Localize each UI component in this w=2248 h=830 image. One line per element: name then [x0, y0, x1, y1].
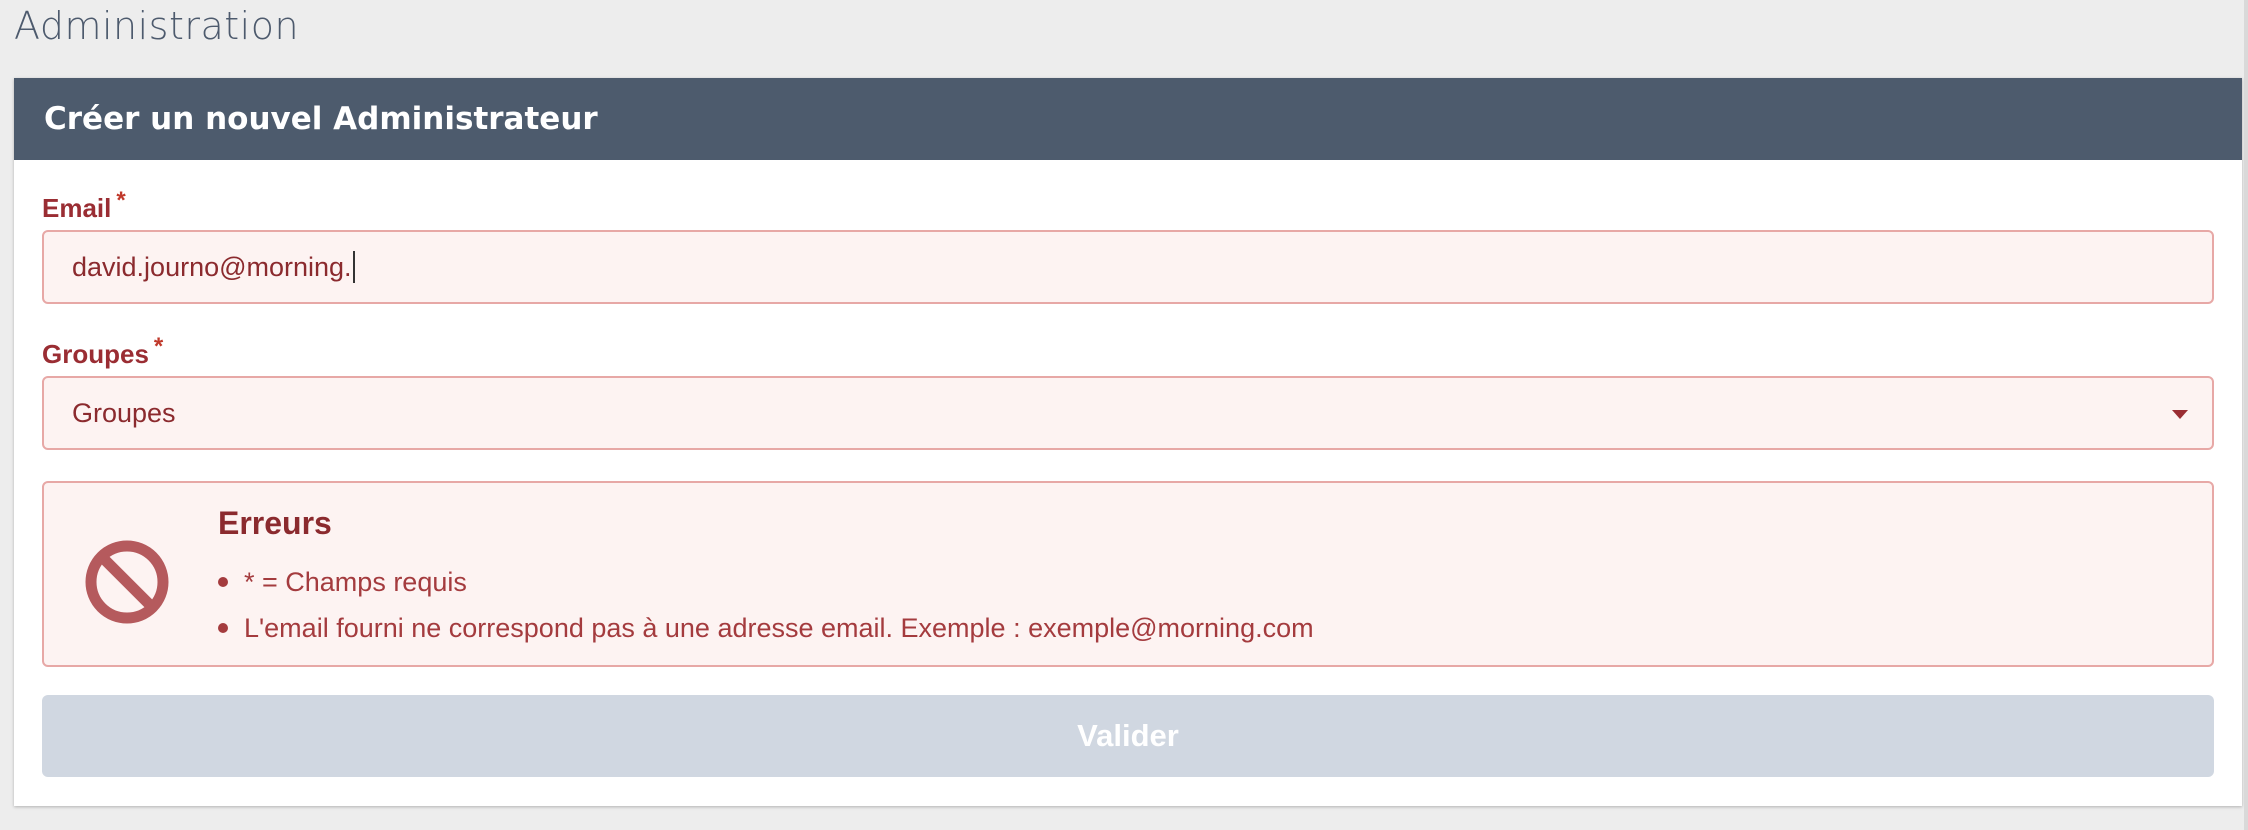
window-edge — [2244, 0, 2248, 830]
text-caret — [352, 251, 355, 283]
error-item: L'email fourni ne correspond pas à une a… — [218, 605, 1314, 651]
bullet — [218, 623, 228, 633]
required-asterisk: * — [153, 333, 164, 360]
error-item: * = Champs requis — [218, 559, 1314, 605]
email-field-value: david.journo@morning. — [72, 251, 352, 282]
email-label-text: Email — [42, 193, 112, 223]
card-header: Créer un nouvel Administrateur — [14, 78, 2242, 160]
submit-button[interactable]: Valider — [42, 695, 2214, 777]
bullet — [218, 577, 228, 587]
groups-select-value: Groupes — [72, 397, 176, 428]
groups-label-text: Groupes — [42, 339, 149, 369]
groups-label: Groupes * — [42, 333, 163, 370]
groups-select[interactable]: Groupes — [42, 376, 2214, 450]
chevron-down-icon[interactable] — [2172, 410, 2188, 419]
email-label: Email * — [42, 187, 126, 224]
error-list: * = Champs requis L'email fourni ne corr… — [218, 559, 1314, 651]
error-item-text: L'email fourni ne correspond pas à une a… — [244, 613, 1314, 643]
error-title: Erreurs — [218, 505, 332, 541]
error-item-text: * = Champs requis — [244, 567, 467, 597]
error-panel: Erreurs * = Champs requis L'email fourni… — [42, 481, 2214, 667]
prohibited-icon — [85, 540, 169, 624]
required-asterisk: * — [116, 187, 126, 214]
email-field[interactable]: david.journo@morning. — [42, 230, 2214, 304]
create-admin-card: Créer un nouvel Administrateur Email * d… — [14, 78, 2242, 806]
page-title: Administration — [14, 4, 300, 48]
